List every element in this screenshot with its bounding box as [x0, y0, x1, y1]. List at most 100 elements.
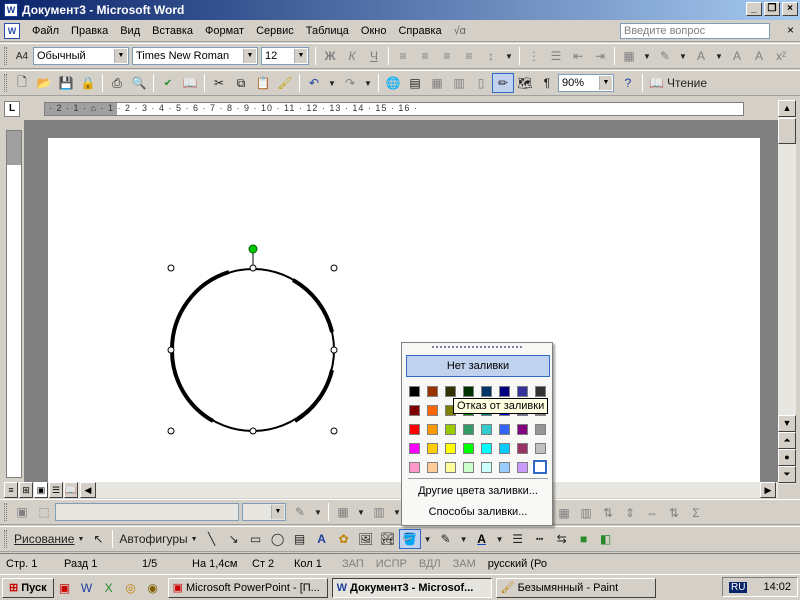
- distribute-rows-icon[interactable]: ⇕: [619, 503, 641, 523]
- scroll-right-icon[interactable]: ▶: [760, 482, 776, 498]
- redo-icon[interactable]: ↷: [339, 73, 361, 93]
- circle-shape[interactable]: [169, 268, 335, 432]
- autoshapes-menu-button[interactable]: Автофигуры ▼: [116, 529, 200, 549]
- save-icon[interactable]: 💾: [55, 73, 77, 93]
- toolbar-grip[interactable]: [4, 74, 7, 92]
- highlight-icon[interactable]: ✎: [654, 46, 676, 66]
- chevron-down-icon[interactable]: ▼: [712, 46, 726, 66]
- resize-handle-se[interactable]: [330, 427, 338, 435]
- clock[interactable]: 14:02: [763, 581, 791, 593]
- vertical-ruler[interactable]: [6, 130, 22, 478]
- borders-icon[interactable]: ▦: [332, 502, 354, 522]
- autosum-icon[interactable]: Σ: [685, 503, 707, 523]
- rotation-handle[interactable]: [248, 244, 258, 254]
- resize-handle-sw[interactable]: [167, 427, 175, 435]
- color-swatch[interactable]: [499, 386, 510, 397]
- font-select[interactable]: Times New Roman ▼: [132, 47, 258, 65]
- color-swatch[interactable]: [517, 424, 528, 435]
- color-swatch[interactable]: [499, 462, 510, 473]
- shadow-icon[interactable]: ■: [573, 529, 595, 549]
- normal-view-icon[interactable]: ≡: [4, 482, 18, 498]
- bullets-icon[interactable]: ☰: [545, 46, 567, 66]
- align-center-icon[interactable]: ≡: [414, 46, 436, 66]
- quicklaunch-excel-icon[interactable]: X: [98, 578, 120, 598]
- color-swatch[interactable]: [409, 405, 420, 416]
- select-objects-icon[interactable]: ↖: [87, 529, 109, 549]
- paste-icon[interactable]: 📋: [252, 73, 274, 93]
- menu-table[interactable]: Таблица: [300, 25, 355, 37]
- status-record[interactable]: ЗАП: [336, 558, 370, 570]
- format-painter-icon[interactable]: 🖌: [274, 73, 296, 93]
- maximize-icon[interactable]: ❐: [764, 2, 780, 16]
- color-swatch[interactable]: [427, 443, 438, 454]
- color-swatch[interactable]: [517, 386, 528, 397]
- scroll-thumb[interactable]: [778, 118, 796, 144]
- chevron-down-icon[interactable]: ▼: [294, 49, 307, 63]
- color-swatch[interactable]: [481, 386, 492, 397]
- clipart-icon[interactable]: 🖼: [355, 529, 377, 549]
- fill-color-icon[interactable]: 🪣: [398, 529, 421, 549]
- diagram-icon[interactable]: ✿: [333, 529, 355, 549]
- underline-button[interactable]: Ч: [363, 46, 385, 66]
- chevron-down-icon[interactable]: ▼: [361, 73, 375, 93]
- menu-tools[interactable]: Сервис: [250, 25, 300, 37]
- menu-edit[interactable]: Правка: [65, 25, 114, 37]
- task-paint[interactable]: 🖌 Безымянный - Paint: [495, 577, 656, 598]
- chevron-down-icon[interactable]: ▼: [640, 46, 654, 66]
- resize-handle-nw[interactable]: [167, 264, 175, 272]
- quicklaunch-outlook-icon[interactable]: ◎: [120, 578, 142, 598]
- shading-icon[interactable]: ▥: [368, 502, 390, 522]
- font-size-select[interactable]: 12 ▼: [261, 47, 309, 65]
- menu-file[interactable]: Файл: [26, 25, 65, 37]
- status-language[interactable]: русский (Ро: [482, 558, 553, 570]
- print-layout-view-icon[interactable]: ▣: [34, 482, 48, 498]
- popup-drag-handle[interactable]: [432, 346, 522, 349]
- drawing-toggle-icon[interactable]: ✏: [492, 73, 514, 93]
- toolbar-grip[interactable]: [4, 503, 7, 521]
- wordart-shape-select[interactable]: [55, 503, 239, 521]
- color-swatch[interactable]: [445, 462, 456, 473]
- menu-insert[interactable]: Вставка: [146, 25, 199, 37]
- task-powerpoint[interactable]: ▣ Microsoft PowerPoint - [П...: [167, 577, 328, 598]
- canvas-fit-icon[interactable]: ▣: [11, 502, 33, 522]
- scroll-left-icon[interactable]: ◀: [80, 482, 96, 498]
- status-overtype[interactable]: ЗАМ: [447, 558, 482, 570]
- print-preview-icon[interactable]: 🔍: [128, 73, 150, 93]
- cut-icon[interactable]: ✂: [208, 73, 230, 93]
- insert-excel-icon[interactable]: ▥: [448, 73, 470, 93]
- toolbar-grip[interactable]: [4, 47, 7, 65]
- italic-button[interactable]: К: [341, 46, 363, 66]
- rectangle-icon[interactable]: ▭: [245, 529, 267, 549]
- chevron-down-icon[interactable]: ▼: [271, 505, 284, 519]
- status-extend[interactable]: ВДЛ: [413, 558, 447, 570]
- font-color-icon[interactable]: A: [690, 46, 712, 66]
- hyperlink-icon[interactable]: 🌐: [382, 73, 404, 93]
- minimize-icon[interactable]: _: [746, 2, 762, 16]
- grow-font-icon[interactable]: A: [726, 46, 748, 66]
- quicklaunch-media-icon[interactable]: ◉: [142, 578, 164, 598]
- tab-stop-selector[interactable]: L: [4, 101, 20, 117]
- research-icon[interactable]: 📖: [179, 73, 201, 93]
- math-icon[interactable]: √α: [448, 25, 472, 37]
- color-swatch[interactable]: [463, 386, 474, 397]
- document-icon[interactable]: W: [4, 22, 20, 39]
- color-swatch[interactable]: [481, 462, 492, 473]
- color-swatch[interactable]: [427, 424, 438, 435]
- previous-object-icon[interactable]: ⏶: [778, 432, 796, 449]
- bold-button[interactable]: Ж: [319, 46, 341, 66]
- color-swatch[interactable]: [445, 424, 456, 435]
- color-swatch[interactable]: [535, 386, 546, 397]
- reading-mode-button[interactable]: 📖 Чтение: [646, 73, 710, 93]
- decrease-indent-icon[interactable]: ⇤: [567, 46, 589, 66]
- help-search-input[interactable]: Введите вопрос: [620, 23, 770, 39]
- status-track-changes[interactable]: ИСПР: [370, 558, 413, 570]
- increase-indent-icon[interactable]: ⇥: [589, 46, 611, 66]
- resize-handle-n[interactable]: [249, 264, 257, 272]
- outline-view-icon[interactable]: ☰: [49, 482, 63, 498]
- line-color-icon[interactable]: ✎: [435, 529, 457, 549]
- columns-icon[interactable]: ▯: [470, 73, 492, 93]
- line-icon[interactable]: ╲: [201, 529, 223, 549]
- color-swatch[interactable]: [409, 462, 420, 473]
- chevron-down-icon[interactable]: ▼: [354, 502, 368, 522]
- color-swatch[interactable]: [481, 424, 492, 435]
